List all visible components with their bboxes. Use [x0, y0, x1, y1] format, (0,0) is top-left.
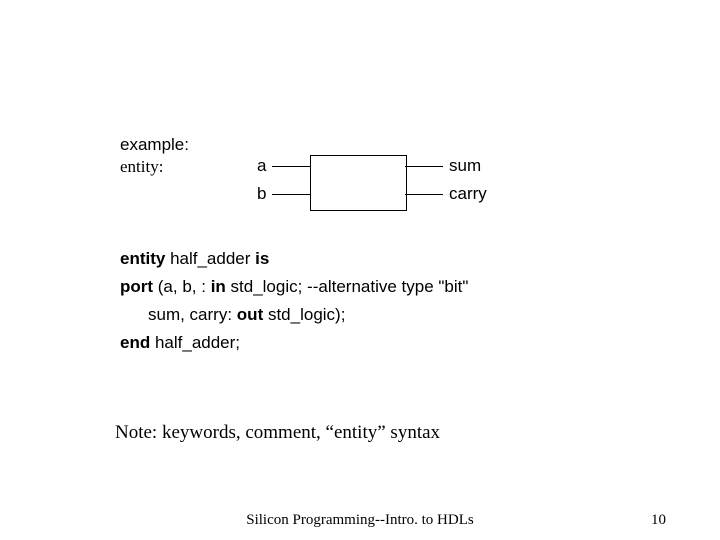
code-line-3: sum, carry: out std_logic); [120, 301, 620, 329]
kw-end: end [120, 333, 150, 352]
label-output-carry: carry [449, 184, 487, 204]
label-output-sum: sum [449, 156, 481, 176]
code-line-1: entity half_adder is [120, 245, 620, 273]
entity-label: entity: [120, 155, 215, 177]
half-adder-diagram: a b sum carry [215, 155, 515, 215]
wire-sum [405, 166, 443, 167]
footer-page-number: 10 [651, 512, 666, 529]
kw-is: is [255, 249, 269, 268]
vhdl-code-block: entity half_adder is port (a, b, : in st… [120, 245, 620, 357]
code-text: half_adder; [150, 333, 240, 352]
wire-a [272, 166, 310, 167]
code-text: (a, b, : [153, 277, 211, 296]
note-text: Note: keywords, comment, “entity” syntax [115, 422, 440, 444]
wire-b [272, 194, 310, 195]
diagram-row: entity: a b sum carry [120, 155, 620, 215]
entity-box [310, 155, 407, 211]
footer-title: Silicon Programming--Intro. to HDLs [0, 512, 720, 529]
slide-content: example: entity: a b sum carry entity ha… [120, 135, 620, 357]
code-text: std_logic; --alternative type "bit" [226, 277, 469, 296]
wire-carry [405, 194, 443, 195]
code-text: half_adder [165, 249, 255, 268]
kw-port: port [120, 277, 153, 296]
code-text: sum, carry: [148, 305, 237, 324]
code-line-4: end half_adder; [120, 329, 620, 357]
code-text: std_logic); [263, 305, 345, 324]
label-input-b: b [257, 184, 266, 204]
kw-in: in [211, 277, 226, 296]
kw-entity: entity [120, 249, 165, 268]
label-input-a: a [257, 156, 266, 176]
kw-out: out [237, 305, 263, 324]
code-line-2: port (a, b, : in std_logic; --alternativ… [120, 273, 620, 301]
example-label: example: [120, 135, 620, 155]
